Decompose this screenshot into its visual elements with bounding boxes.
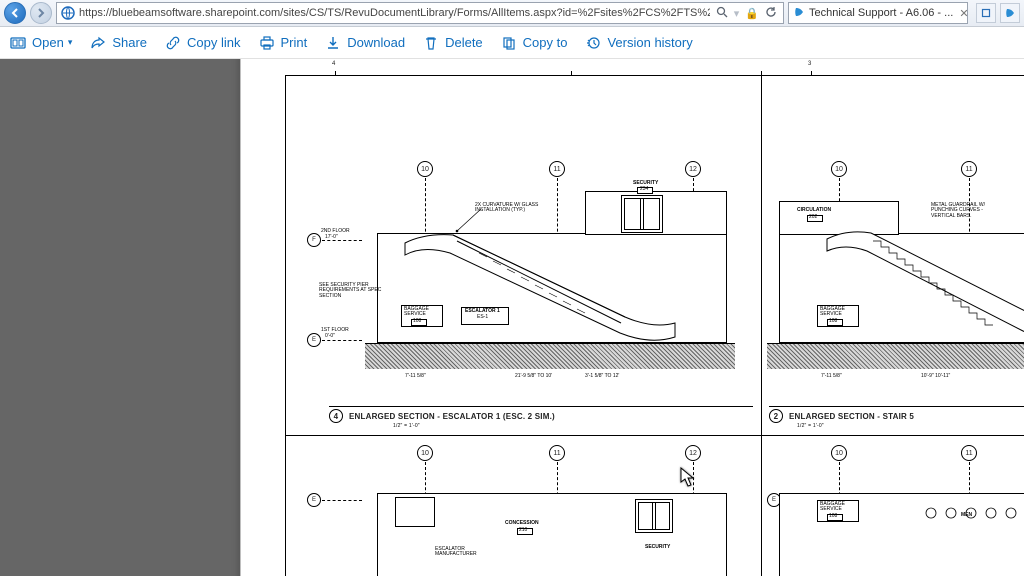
drawing-lower-right: 10 11 E BAGGAGE SERVICE 108 MEN — [761, 435, 1024, 576]
print-label: Print — [281, 35, 308, 50]
history-icon — [585, 35, 601, 51]
room-number: 210 — [519, 528, 527, 533]
drawing-number: 4 — [329, 409, 343, 423]
row-grid-bubble: F — [307, 233, 321, 247]
download-button[interactable]: Download — [325, 35, 405, 51]
link-icon — [165, 35, 181, 51]
document-viewport[interactable]: 4 3 10 11 12 F E 2ND FLOOR 17'-0" 1ST FL… — [0, 59, 1024, 576]
print-button[interactable]: Print — [259, 35, 308, 51]
annotation: SEE SECURITY PIER REQUIREMENTS AT SPEC S… — [319, 283, 381, 299]
forward-button[interactable] — [30, 2, 52, 24]
row-grid-bubble: E — [307, 493, 321, 507]
lock-icon: 🔒 — [745, 7, 759, 20]
tab-favicon — [793, 6, 805, 20]
address-bar[interactable]: ▾ 🔒 — [56, 2, 784, 24]
copy-icon — [501, 35, 517, 51]
site-favicon — [60, 5, 76, 21]
row-grid-bubble: E — [307, 333, 321, 347]
room-number: 202 — [809, 215, 817, 220]
room-number: 108 — [829, 319, 837, 324]
room-number: 234 — [640, 187, 648, 192]
version-history-button[interactable]: Version history — [585, 35, 692, 51]
dimension: 21'-9 5/8" TO 10' — [515, 373, 552, 379]
escalator-tag: ES-1 — [477, 315, 488, 320]
drawing-scale: 1/2" = 1'-0" — [393, 423, 420, 429]
download-label: Download — [347, 35, 405, 50]
drawing-scale: 1/2" = 1'-0" — [797, 423, 824, 429]
column-grid-bubble: 10 — [417, 445, 433, 461]
stair-truss — [821, 225, 1024, 345]
column-grid-bubble: 10 — [417, 161, 433, 177]
room-name: BAGGAGE SERVICE — [820, 502, 845, 513]
column-grid-bubble: 10 — [831, 161, 847, 177]
download-icon — [325, 35, 341, 51]
chevron-down-icon: ▾ — [68, 37, 73, 48]
open-icon — [10, 35, 26, 51]
column-grid-bubble: 11 — [961, 161, 977, 177]
sharepoint-toolbar: Open ▾ Share Copy link Print Download De… — [0, 27, 1024, 59]
floor-elevation: 0'-0" — [325, 334, 335, 339]
column-grid-bubble: 11 — [961, 445, 977, 461]
room-number: 108 — [829, 514, 837, 519]
annotation: METAL GUARDRAIL W/ PUNCHING CURVES - VER… — [931, 203, 985, 219]
dimension: 7'-11 5/8" — [405, 373, 426, 379]
copy-link-label: Copy link — [187, 35, 240, 50]
home-button[interactable] — [1000, 3, 1020, 23]
column-grid-bubble: 11 — [549, 445, 565, 461]
copy-to-label: Copy to — [523, 35, 568, 50]
drawing-number: 2 — [769, 409, 783, 423]
search-icon[interactable] — [716, 6, 728, 21]
room-name: SECURITY — [645, 545, 670, 550]
dimension: 10'-9" 10'-11" — [921, 373, 950, 379]
drawing-title-bar: 2 ENLARGED SECTION - STAIR 5 1/2" = 1'-0… — [769, 406, 1024, 423]
room-name: CONCESSION — [505, 521, 539, 526]
column-grid-bubble: 12 — [685, 161, 701, 177]
copy-link-button[interactable]: Copy link — [165, 35, 240, 51]
drawing-title: ENLARGED SECTION - STAIR 5 — [789, 412, 914, 421]
new-tab-button[interactable] — [976, 3, 996, 23]
drawing-stair-5: 10 11 CIRCULATION 202 METAL GU — [761, 75, 1024, 435]
tab-title: Technical Support - A6.06 - ... — [809, 7, 953, 19]
room-number: 108 — [413, 319, 421, 324]
url-input[interactable] — [79, 3, 710, 23]
print-icon — [259, 35, 275, 51]
escalator — [395, 225, 685, 345]
close-tab-icon[interactable]: ✕ — [957, 7, 968, 20]
drawing-lower-left: 10 11 12 E CONCESSION 210 ESCALATOR MANU… — [285, 435, 761, 576]
share-label: Share — [112, 35, 147, 50]
version-history-label: Version history — [607, 35, 692, 50]
dimension: 7'-11 5/8" — [821, 373, 842, 379]
room-name: BAGGAGE SERVICE — [820, 307, 845, 318]
drawing-sheet: 4 3 10 11 12 F E 2ND FLOOR 17'-0" 1ST FL… — [240, 59, 1024, 576]
delete-button[interactable]: Delete — [423, 35, 483, 51]
delete-label: Delete — [445, 35, 483, 50]
refresh-icon[interactable] — [765, 6, 777, 21]
column-grid-bubble: 12 — [685, 445, 701, 461]
browser-tab[interactable]: Technical Support - A6.06 - ... ✕ — [788, 2, 968, 24]
column-grid-bubble: 11 — [549, 161, 565, 177]
open-button[interactable]: Open ▾ — [10, 35, 72, 51]
drawing-title-bar: 4 ENLARGED SECTION - ESCALATOR 1 (ESC. 2… — [329, 406, 753, 423]
drawing-escalator-1: 10 11 12 F E 2ND FLOOR 17'-0" 1ST FLOOR … — [285, 75, 761, 435]
dimension: 3'-1 5/8" TO 12' — [585, 373, 619, 379]
share-button[interactable]: Share — [90, 35, 147, 51]
share-icon — [90, 35, 106, 51]
annotation: ESCALATOR MANUFACTURER — [435, 547, 477, 558]
room-name: CIRCULATION — [797, 208, 831, 213]
column-grid-bubble: 10 — [831, 445, 847, 461]
delete-icon — [423, 35, 439, 51]
copy-to-button[interactable]: Copy to — [501, 35, 568, 51]
open-label: Open — [32, 35, 64, 50]
room-name: BAGGAGE SERVICE — [404, 307, 429, 318]
drawing-title: ENLARGED SECTION - ESCALATOR 1 (ESC. 2 S… — [349, 412, 555, 421]
back-button[interactable] — [4, 2, 26, 24]
floor-elevation: 17'-0" — [325, 235, 338, 240]
